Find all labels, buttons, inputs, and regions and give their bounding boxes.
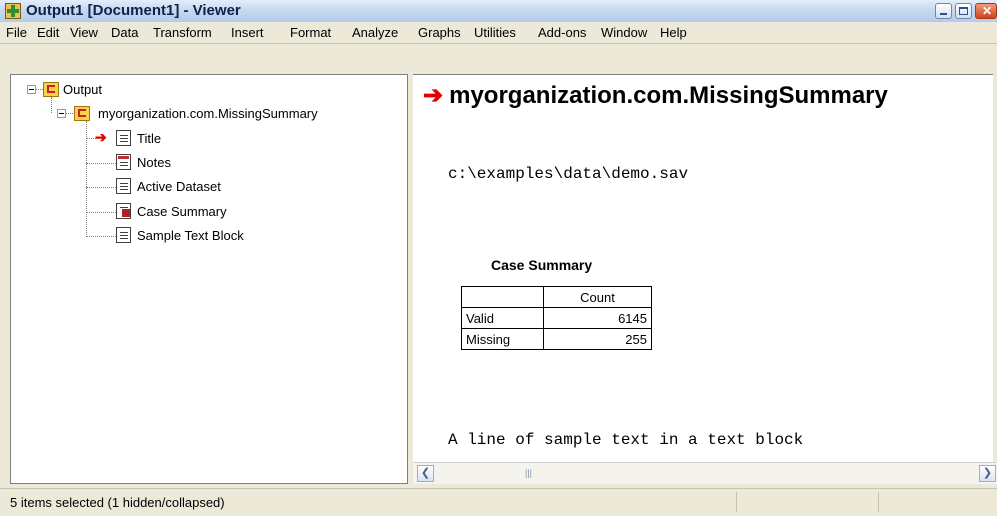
maximize-icon [959, 7, 968, 15]
menu-graphs[interactable]: Graphs [418, 25, 461, 40]
title-doc-icon [116, 130, 131, 146]
table-column-header: Count [543, 286, 652, 308]
case-summary-table[interactable]: Count Valid 6145 Missing 255 [461, 286, 652, 350]
output-heading-text: myorganization.com.MissingSummary [449, 82, 888, 109]
horizontal-scrollbar[interactable]: ❮ ||| ❯ [413, 462, 997, 484]
scroll-thumb-grip-icon[interactable]: ||| [525, 468, 532, 478]
tree-item-active-dataset[interactable]: Active Dataset [116, 178, 276, 196]
contents-pane[interactable]: ➔ myorganization.com.MissingSummary c:\ex… [413, 74, 993, 462]
outline-pane[interactable]: Output myorganization.com.MissingSummary… [10, 74, 408, 484]
tree-item-title[interactable]: Title [116, 130, 196, 148]
tree-item-notes[interactable]: Notes [116, 154, 206, 172]
active-dataset-log-icon [116, 178, 131, 194]
group-folder-icon [74, 106, 90, 121]
chevron-left-icon: ❮ [420, 467, 431, 479]
output-heading[interactable]: ➔ myorganization.com.MissingSummary [423, 81, 888, 110]
menu-bar: File Edit View Data Transform Insert For… [0, 22, 997, 44]
text-block-icon [116, 227, 131, 243]
tree-line [86, 187, 116, 188]
scroll-right-button[interactable]: ❯ [979, 465, 996, 482]
tree-item-sample-text-block[interactable]: Sample Text Block [116, 227, 296, 245]
menu-analyze[interactable]: Analyze [352, 25, 398, 40]
status-text: 5 items selected (1 hidden/collapsed) [10, 495, 225, 510]
tree-item-label: myorganization.com.MissingSummary [98, 106, 318, 121]
status-divider [878, 492, 879, 512]
menu-view[interactable]: View [70, 25, 98, 40]
minimize-button[interactable] [935, 3, 952, 19]
menu-edit[interactable]: Edit [37, 25, 59, 40]
minimize-icon [940, 13, 947, 15]
menu-insert[interactable]: Insert [231, 25, 264, 40]
menu-file[interactable]: File [6, 25, 27, 40]
table-row: Valid 6145 [461, 307, 652, 329]
tree-item-label: Title [137, 131, 162, 146]
menu-help[interactable]: Help [660, 25, 687, 40]
tree-line [86, 212, 116, 213]
menu-add-ons[interactable]: Add-ons [538, 25, 586, 40]
chevron-right-icon: ❯ [982, 467, 993, 479]
tree-item-label: Case Summary [137, 204, 227, 219]
close-icon: ✕ [982, 4, 993, 18]
collapse-output-toggle[interactable] [27, 85, 36, 94]
viewer-app-icon [5, 3, 21, 19]
viewer-window: Output1 [Document1] - Viewer ✕ File Edit… [0, 0, 997, 516]
collapse-group-toggle[interactable] [57, 109, 66, 118]
status-bar: 5 items selected (1 hidden/collapsed) [0, 488, 997, 516]
tree-item-label: Output [63, 82, 103, 97]
current-item-arrow-icon: ➔ [423, 82, 444, 109]
table-row-label: Valid [461, 307, 544, 329]
scroll-left-button[interactable]: ❮ [417, 465, 434, 482]
window-title: Output1 [Document1] - Viewer [26, 2, 241, 19]
menu-format[interactable]: Format [290, 25, 331, 40]
tree-item-output[interactable]: Output [41, 81, 161, 99]
tree-item-case-summary[interactable]: Case Summary [116, 203, 276, 221]
menu-data[interactable]: Data [111, 25, 138, 40]
title-bar[interactable]: Output1 [Document1] - Viewer ✕ [0, 0, 997, 23]
table-cell-value: 6145 [543, 307, 652, 329]
notes-table-icon [116, 154, 131, 170]
table-row: Missing 255 [461, 328, 652, 350]
table-corner-cell [461, 286, 544, 308]
tree-item-group[interactable]: myorganization.com.MissingSummary [71, 105, 391, 123]
menu-transform[interactable]: Transform [153, 25, 212, 40]
case-summary-table-icon [116, 203, 131, 219]
sample-text-block[interactable]: A line of sample text in a text block [448, 431, 803, 449]
tree-item-label: Notes [137, 155, 171, 170]
table-cell-value: 255 [543, 328, 652, 350]
tree-line [51, 97, 52, 113]
output-folder-icon [43, 82, 59, 97]
table-row-label: Missing [461, 328, 544, 350]
tree-item-label: Sample Text Block [137, 228, 244, 243]
current-item-arrow-icon: ➔ [95, 129, 107, 145]
tree-line [86, 163, 116, 164]
tree-item-label: Active Dataset [137, 179, 221, 194]
tree-line [86, 236, 116, 237]
menu-window[interactable]: Window [601, 25, 647, 40]
status-divider [736, 492, 737, 512]
dataset-path-text[interactable]: c:\examples\data\demo.sav [448, 165, 688, 183]
case-summary-title[interactable]: Case Summary [491, 257, 592, 273]
close-button[interactable]: ✕ [975, 3, 997, 19]
menu-utilities[interactable]: Utilities [474, 25, 516, 40]
maximize-button[interactable] [955, 3, 972, 19]
